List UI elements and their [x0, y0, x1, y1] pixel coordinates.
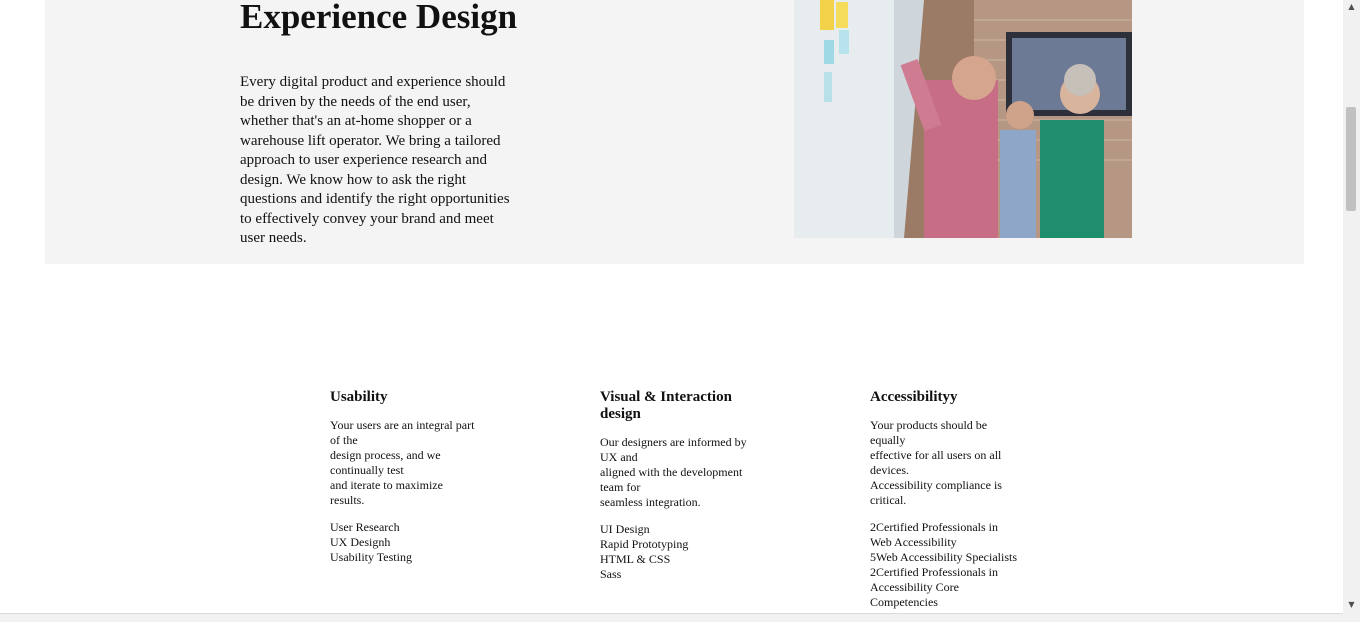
scroll-thumb[interactable] — [1346, 107, 1356, 211]
column-title: Usability — [330, 389, 388, 405]
desc-line: effective for all users on all devices. — [870, 448, 1002, 477]
team-planning-photo — [794, 0, 1132, 238]
vertical-scrollbar[interactable]: ▲ ▼ — [1343, 0, 1360, 622]
usability-column: Usability Your users are an integral par… — [330, 389, 480, 565]
desc-line: aligned with the development team for — [600, 465, 743, 494]
hero-description: Every digital product and experience sho… — [240, 74, 510, 246]
scroll-up-icon[interactable]: ▲ — [1343, 0, 1360, 14]
desc-line: and iterate to maximize results. — [330, 478, 443, 507]
service-item: Sass — [600, 567, 622, 581]
service-list: UI Design Rapid Prototyping HTML & CSS S… — [600, 522, 750, 582]
column-title: Visual & Interaction design — [600, 389, 732, 422]
desc-line: Our designers are informed by UX and — [600, 435, 747, 464]
desc-line: Your products should be equally — [870, 418, 988, 447]
desc-line: Your users are an integral part of the — [330, 418, 475, 447]
service-item: HTML & CSS — [600, 552, 671, 566]
service-item: 5Web Accessibility Specialists — [870, 550, 1018, 564]
service-list: 2Certified Professionals in Web Accessib… — [870, 520, 1022, 610]
column-title: Accessibilityy — [870, 389, 958, 405]
horizontal-scrollbar[interactable] — [0, 613, 1343, 622]
service-item: Usability Testing — [330, 550, 412, 564]
service-item: UX Designh — [330, 535, 391, 549]
service-item: Rapid Prototyping — [600, 537, 689, 551]
page-title: Experience Design — [240, 0, 518, 36]
accessibility-column: Accessibilityy Your products should be e… — [870, 389, 1022, 610]
desc-line: seamless integration. — [600, 495, 701, 509]
service-item: 2Certified Professionals in Web Accessib… — [870, 520, 998, 549]
service-item: User Research — [330, 520, 400, 534]
service-item: UI Design — [600, 522, 650, 536]
desc-line: Accessibility compliance is critical. — [870, 478, 1002, 507]
service-item: 2Certified Professionals in Accessibilit… — [870, 565, 998, 609]
visual-interaction-column: Visual & Interaction design Our designer… — [600, 389, 750, 582]
desc-line: design process, and we continually test — [330, 448, 441, 477]
column-description: Your users are an integral part of the d… — [330, 418, 480, 508]
column-description: Our designers are informed by UX and ali… — [600, 435, 750, 510]
scroll-down-icon[interactable]: ▼ — [1343, 598, 1360, 612]
column-description: Your products should be equally effectiv… — [870, 418, 1022, 508]
service-list: User Research UX Designh Usability Testi… — [330, 520, 480, 565]
